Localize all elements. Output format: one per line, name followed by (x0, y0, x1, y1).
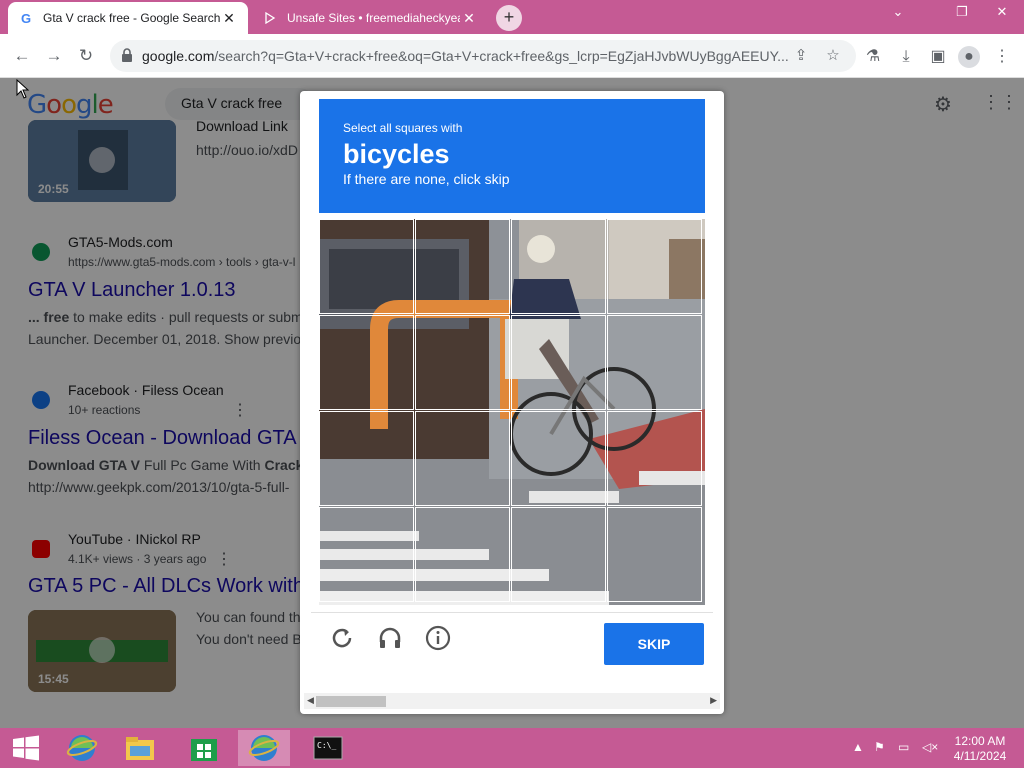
google-favicon-icon: G (20, 10, 32, 26)
tab-title: Unsafe Sites • freemediaheckyeah (287, 11, 460, 25)
captcha-instructions: Select all squares with bicycles If ther… (319, 99, 705, 213)
captcha-tile[interactable] (415, 315, 510, 410)
action-center-flag-icon[interactable]: ⚑ (874, 740, 885, 754)
captcha-tile[interactable] (415, 219, 510, 314)
audio-challenge-headphones-icon[interactable] (376, 625, 404, 653)
tab-title: Gta V crack free - Google Search (43, 11, 220, 25)
captcha-tile[interactable] (319, 219, 414, 314)
browser-tab-bar: G Gta V crack free - Google Search ✕ Uns… (0, 0, 1024, 34)
windows-taskbar: C:\_ ▲ ⚑ ▭ ◁× 12:00 AM 4/11/2024 (0, 728, 1024, 768)
clock-date: 4/11/2024 (953, 749, 1007, 763)
svg-text:C:\_: C:\_ (317, 741, 336, 750)
recaptcha-challenge-dialog: Select all squares with bicycles If ther… (300, 91, 724, 714)
taskbar-ie-icon[interactable] (56, 730, 108, 766)
menu-kebab-icon[interactable]: ⋮ (991, 46, 1013, 68)
captcha-tile[interactable] (511, 219, 606, 314)
captcha-tile[interactable] (607, 219, 702, 314)
captcha-tile[interactable] (319, 315, 414, 410)
captcha-tile[interactable] (415, 507, 510, 602)
close-window-button[interactable]: ✕ (986, 2, 1018, 24)
forward-arrow-icon[interactable]: → (40, 42, 68, 70)
horizontal-scrollbar[interactable]: ◀ ▶ (304, 693, 720, 709)
lock-icon (120, 47, 134, 63)
taskbar-file-explorer-icon[interactable] (114, 730, 166, 766)
back-arrow-icon[interactable]: ← (8, 42, 36, 70)
show-hidden-icons-chevron-up-icon[interactable]: ▲ (852, 740, 864, 754)
windows-logo-icon (13, 735, 39, 761)
address-bar[interactable]: google.com/search?q=Gta+V+crack+free&oq=… (110, 40, 856, 72)
taskbar-store-icon[interactable] (178, 730, 230, 766)
bookmark-star-icon[interactable]: ☆ (824, 47, 842, 65)
captcha-hint-text: If there are none, click skip (343, 171, 510, 187)
restore-window-button[interactable]: ❐ (946, 2, 978, 24)
info-icon[interactable] (424, 625, 452, 653)
network-icon[interactable]: ▭ (898, 740, 909, 754)
captcha-tile[interactable] (607, 315, 702, 410)
captcha-tile[interactable] (415, 411, 510, 506)
captcha-tile[interactable] (511, 411, 606, 506)
reload-challenge-icon[interactable] (328, 625, 356, 653)
tab-close-icon[interactable]: ✕ (460, 10, 478, 27)
taskbar-terminal-icon[interactable]: C:\_ (302, 730, 354, 766)
volume-muted-icon[interactable]: ◁× (922, 740, 938, 754)
share-icon[interactable]: ⇪ (792, 47, 810, 65)
url-text[interactable]: google.com/search?q=Gta+V+crack+free&oq=… (142, 48, 790, 64)
captcha-footer: SKIP (311, 612, 713, 674)
captcha-tile[interactable] (511, 315, 606, 410)
browser-toolbar: ← → ↻ google.com/search?q=Gta+V+crack+fr… (0, 34, 1024, 78)
side-panel-icon[interactable]: ▣ (927, 46, 949, 68)
reload-icon[interactable]: ↻ (72, 42, 100, 70)
captcha-tile[interactable] (607, 411, 702, 506)
profile-avatar-icon[interactable]: ● (958, 46, 980, 68)
captcha-target-word: bicycles (343, 139, 450, 169)
new-tab-button[interactable]: + (496, 5, 522, 31)
scrollbar-thumb[interactable] (316, 696, 386, 707)
captcha-tile[interactable] (319, 411, 414, 506)
taskbar-browser-icon[interactable] (238, 730, 290, 766)
captcha-tile[interactable] (319, 507, 414, 602)
tab-unsafe-sites[interactable]: Unsafe Sites • freemediaheckyeah ✕ (252, 2, 488, 34)
captcha-image-grid (319, 219, 705, 605)
scroll-left-arrow-icon[interactable]: ◀ (307, 695, 314, 706)
download-icon[interactable]: ⤓ (895, 46, 917, 68)
skip-button[interactable]: SKIP (604, 623, 704, 665)
mouse-cursor-icon (16, 79, 30, 99)
tab-close-icon[interactable]: ✕ (220, 10, 238, 27)
clock-time: 12:00 AM (954, 734, 1006, 748)
tab-google-search[interactable]: G Gta V crack free - Google Search ✕ (8, 2, 248, 34)
captcha-instruction-text: Select all squares with (343, 121, 463, 135)
captcha-tile[interactable] (607, 507, 702, 602)
tab-search-chevron-down-icon[interactable]: ⌄ (882, 2, 914, 24)
start-button[interactable] (0, 730, 52, 766)
captcha-tile[interactable] (511, 507, 606, 602)
scroll-right-arrow-icon[interactable]: ▶ (710, 695, 717, 706)
labs-flask-icon[interactable]: ⚗ (862, 46, 884, 68)
system-clock[interactable]: 12:00 AM 4/11/2024 (940, 734, 1020, 764)
play-favicon-icon (262, 10, 278, 26)
